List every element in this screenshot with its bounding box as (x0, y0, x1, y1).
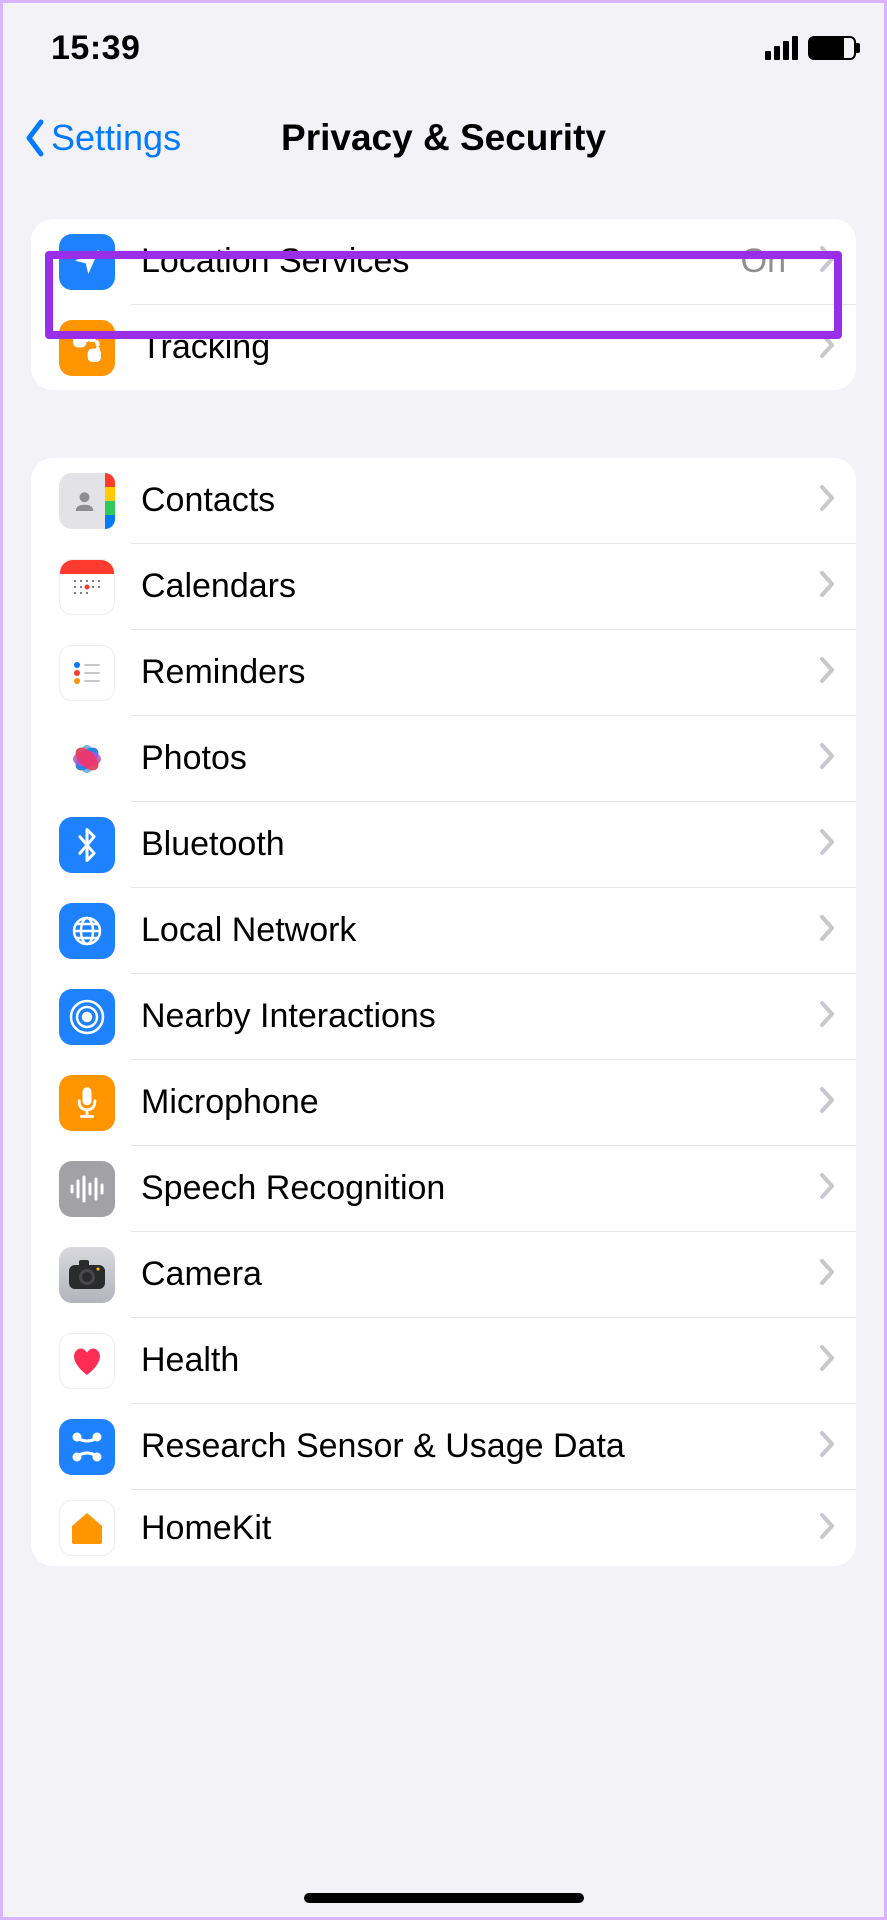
heart-icon (59, 1333, 115, 1389)
bluetooth-icon (59, 817, 115, 873)
row-label: Calendars (141, 567, 792, 606)
calendar-icon (59, 559, 115, 615)
chevron-right-icon (818, 913, 836, 948)
back-button[interactable]: Settings (23, 117, 181, 159)
group-location: Location Services On Tracking (31, 219, 856, 390)
row-contacts[interactable]: Contacts (31, 458, 856, 543)
contacts-icon (59, 473, 115, 529)
row-label: Photos (141, 739, 792, 778)
chevron-right-icon (818, 569, 836, 604)
chevron-right-icon (818, 1511, 836, 1546)
waveform-icon (59, 1161, 115, 1217)
row-health[interactable]: Health (31, 1318, 856, 1403)
row-label: Tracking (141, 328, 792, 367)
battery-icon (808, 36, 856, 60)
row-label: Health (141, 1341, 792, 1380)
back-label: Settings (51, 117, 181, 159)
globe-icon (59, 903, 115, 959)
nav-header: Settings Privacy & Security (3, 93, 884, 183)
row-calendars[interactable]: Calendars (31, 544, 856, 629)
chevron-right-icon (818, 827, 836, 862)
location-arrow-icon (59, 234, 115, 290)
row-local-network[interactable]: Local Network (31, 888, 856, 973)
status-time: 15:39 (51, 29, 140, 68)
row-photos[interactable]: Photos (31, 716, 856, 801)
microphone-icon (59, 1075, 115, 1131)
row-reminders[interactable]: Reminders (31, 630, 856, 715)
camera-icon (59, 1247, 115, 1303)
row-label: Microphone (141, 1083, 792, 1122)
chevron-right-icon (818, 655, 836, 690)
row-research-sensor[interactable]: Research Sensor & Usage Data (31, 1404, 856, 1489)
chevron-right-icon (818, 1343, 836, 1378)
row-camera[interactable]: Camera (31, 1232, 856, 1317)
row-value: On (741, 242, 786, 281)
row-label: Local Network (141, 911, 792, 950)
sensor-dots-icon (59, 1419, 115, 1475)
row-label: Location Services (141, 242, 715, 281)
chevron-right-icon (818, 1171, 836, 1206)
chevron-right-icon (818, 1429, 836, 1464)
reminders-list-icon (59, 645, 115, 701)
row-nearby-interactions[interactable]: Nearby Interactions (31, 974, 856, 1059)
photos-flower-icon (59, 731, 115, 787)
row-label: Speech Recognition (141, 1169, 792, 1208)
chevron-right-icon (818, 330, 836, 365)
chevron-right-icon (818, 244, 836, 279)
row-label: Camera (141, 1255, 792, 1294)
row-tracking[interactable]: Tracking (31, 305, 856, 390)
row-label: Reminders (141, 653, 792, 692)
chevron-right-icon (818, 1085, 836, 1120)
row-label: Nearby Interactions (141, 997, 792, 1036)
chevron-right-icon (818, 483, 836, 518)
chevron-right-icon (818, 741, 836, 776)
row-bluetooth[interactable]: Bluetooth (31, 802, 856, 887)
row-label: Bluetooth (141, 825, 792, 864)
status-bar: 15:39 (3, 3, 884, 93)
home-indicator[interactable] (304, 1893, 584, 1903)
row-label: HomeKit (141, 1509, 792, 1548)
chevron-right-icon (818, 999, 836, 1034)
tracking-path-icon (59, 320, 115, 376)
chevron-right-icon (818, 1257, 836, 1292)
group-permissions: Contacts Calendars Reminders (31, 458, 856, 1566)
page-title: Privacy & Security (281, 117, 606, 159)
row-label: Research Sensor & Usage Data (141, 1427, 792, 1466)
radar-icon (59, 989, 115, 1045)
cellular-signal-icon (765, 36, 798, 60)
row-homekit[interactable]: HomeKit (31, 1490, 856, 1566)
row-microphone[interactable]: Microphone (31, 1060, 856, 1145)
row-label: Contacts (141, 481, 792, 520)
row-speech-recognition[interactable]: Speech Recognition (31, 1146, 856, 1231)
row-location-services[interactable]: Location Services On (31, 219, 856, 304)
home-icon (59, 1500, 115, 1556)
